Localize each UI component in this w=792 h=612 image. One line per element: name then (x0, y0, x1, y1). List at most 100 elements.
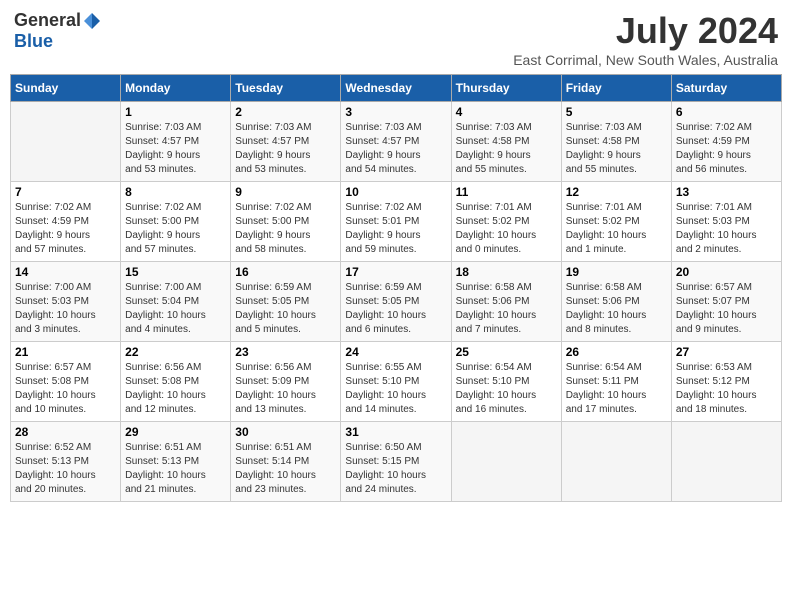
day-info: Sunrise: 6:58 AM Sunset: 5:06 PM Dayligh… (456, 281, 557, 337)
day-info: Sunrise: 6:56 AM Sunset: 5:09 PM Dayligh… (235, 361, 336, 417)
day-info: Sunrise: 6:54 AM Sunset: 5:11 PM Dayligh… (566, 361, 667, 417)
calendar-day-cell: 6 Sunrise: 7:02 AM Sunset: 4:59 PM Daylig… (671, 102, 781, 182)
day-number: 1 (125, 105, 226, 119)
calendar-day-cell: 8Sunrise: 7:02 AM Sunset: 5:00 PM Daylig… (121, 182, 231, 262)
calendar-week-row: 21Sunrise: 6:57 AM Sunset: 5:08 PM Dayli… (11, 342, 782, 422)
calendar-body: 1 Sunrise: 7:03 AM Sunset: 4:57 PM Daylig… (11, 102, 782, 502)
day-number: 27 (676, 345, 777, 359)
day-info: Sunrise: 6:56 AM Sunset: 5:08 PM Dayligh… (125, 361, 226, 417)
calendar-day-cell: 26 Sunrise: 6:54 AM Sunset: 5:11 PM Dayli… (561, 342, 671, 422)
calendar-day-cell: 13 Sunrise: 7:01 AM Sunset: 5:03 PM Dayli… (671, 182, 781, 262)
calendar-day-cell: 30 Sunrise: 6:51 AM Sunset: 5:14 PM Dayli… (231, 422, 341, 502)
day-info: Sunrise: 7:01 AM Sunset: 5:03 PM Dayligh… (676, 201, 777, 257)
calendar-day-cell: 4 Sunrise: 7:03 AM Sunset: 4:58 PM Daylig… (451, 102, 561, 182)
calendar-week-row: 7Sunrise: 7:02 AM Sunset: 4:59 PM Daylig… (11, 182, 782, 262)
calendar-day-cell: 25 Sunrise: 6:54 AM Sunset: 5:10 PM Dayli… (451, 342, 561, 422)
day-info: Sunrise: 7:01 AM Sunset: 5:02 PM Dayligh… (566, 201, 667, 257)
calendar-header-row: SundayMondayTuesdayWednesdayThursdayFrid… (11, 75, 782, 102)
day-info: Sunrise: 7:03 AM Sunset: 4:57 PM Dayligh… (125, 121, 226, 177)
calendar-day-cell: 14Sunrise: 7:00 AM Sunset: 5:03 PM Dayli… (11, 262, 121, 342)
day-info: Sunrise: 6:53 AM Sunset: 5:12 PM Dayligh… (676, 361, 777, 417)
day-number: 17 (345, 265, 446, 279)
day-number: 29 (125, 425, 226, 439)
day-number: 4 (456, 105, 557, 119)
day-number: 3 (345, 105, 446, 119)
calendar-day-cell: 15 Sunrise: 7:00 AM Sunset: 5:04 PM Dayli… (121, 262, 231, 342)
calendar-day-cell: 29 Sunrise: 6:51 AM Sunset: 5:13 PM Dayli… (121, 422, 231, 502)
day-info: Sunrise: 6:54 AM Sunset: 5:10 PM Dayligh… (456, 361, 557, 417)
day-info: Sunrise: 6:57 AM Sunset: 5:08 PM Dayligh… (15, 361, 116, 417)
calendar-day-cell: 7Sunrise: 7:02 AM Sunset: 4:59 PM Daylig… (11, 182, 121, 262)
day-info: Sunrise: 6:50 AM Sunset: 5:15 PM Dayligh… (345, 441, 446, 497)
calendar-day-cell: 19 Sunrise: 6:58 AM Sunset: 5:06 PM Dayli… (561, 262, 671, 342)
calendar-day-cell: 2Sunrise: 7:03 AM Sunset: 4:57 PM Daylig… (231, 102, 341, 182)
day-of-week-header: Friday (561, 75, 671, 102)
title-month: July 2024 (513, 10, 778, 52)
day-info: Sunrise: 7:03 AM Sunset: 4:57 PM Dayligh… (345, 121, 446, 177)
calendar-day-cell: 23Sunrise: 6:56 AM Sunset: 5:09 PM Dayli… (231, 342, 341, 422)
calendar-day-cell: 17 Sunrise: 6:59 AM Sunset: 5:05 PM Dayli… (341, 262, 451, 342)
day-of-week-header: Saturday (671, 75, 781, 102)
day-number: 12 (566, 185, 667, 199)
day-number: 2 (235, 105, 336, 119)
calendar-day-cell: 22 Sunrise: 6:56 AM Sunset: 5:08 PM Dayli… (121, 342, 231, 422)
day-number: 7 (15, 185, 116, 199)
day-number: 10 (345, 185, 446, 199)
day-of-week-header: Thursday (451, 75, 561, 102)
day-info: Sunrise: 6:57 AM Sunset: 5:07 PM Dayligh… (676, 281, 777, 337)
day-number: 13 (676, 185, 777, 199)
day-of-week-header: Tuesday (231, 75, 341, 102)
day-info: Sunrise: 6:59 AM Sunset: 5:05 PM Dayligh… (235, 281, 336, 337)
day-info: Sunrise: 7:01 AM Sunset: 5:02 PM Dayligh… (456, 201, 557, 257)
calendar-day-cell (451, 422, 561, 502)
calendar-day-cell: 28Sunrise: 6:52 AM Sunset: 5:13 PM Dayli… (11, 422, 121, 502)
calendar-table: SundayMondayTuesdayWednesdayThursdayFrid… (10, 74, 782, 502)
day-number: 22 (125, 345, 226, 359)
day-info: Sunrise: 7:02 AM Sunset: 5:00 PM Dayligh… (125, 201, 226, 257)
calendar-day-cell: 5Sunrise: 7:03 AM Sunset: 4:58 PM Daylig… (561, 102, 671, 182)
day-number: 28 (15, 425, 116, 439)
calendar-day-cell (561, 422, 671, 502)
day-number: 30 (235, 425, 336, 439)
day-number: 9 (235, 185, 336, 199)
day-of-week-header: Wednesday (341, 75, 451, 102)
day-info: Sunrise: 7:03 AM Sunset: 4:58 PM Dayligh… (456, 121, 557, 177)
calendar-day-cell: 12 Sunrise: 7:01 AM Sunset: 5:02 PM Dayli… (561, 182, 671, 262)
day-number: 16 (235, 265, 336, 279)
calendar-day-cell: 11 Sunrise: 7:01 AM Sunset: 5:02 PM Dayli… (451, 182, 561, 262)
day-info: Sunrise: 6:59 AM Sunset: 5:05 PM Dayligh… (345, 281, 446, 337)
day-of-week-header: Monday (121, 75, 231, 102)
day-number: 11 (456, 185, 557, 199)
day-number: 25 (456, 345, 557, 359)
day-info: Sunrise: 6:51 AM Sunset: 5:13 PM Dayligh… (125, 441, 226, 497)
day-number: 19 (566, 265, 667, 279)
calendar-day-cell: 18 Sunrise: 6:58 AM Sunset: 5:06 PM Dayli… (451, 262, 561, 342)
logo-general: General (14, 10, 81, 31)
calendar-day-cell: 16 Sunrise: 6:59 AM Sunset: 5:05 PM Dayli… (231, 262, 341, 342)
day-number: 15 (125, 265, 226, 279)
calendar-day-cell (11, 102, 121, 182)
day-number: 18 (456, 265, 557, 279)
day-number: 31 (345, 425, 446, 439)
day-info: Sunrise: 6:58 AM Sunset: 5:06 PM Dayligh… (566, 281, 667, 337)
day-info: Sunrise: 7:03 AM Sunset: 4:58 PM Dayligh… (566, 121, 667, 177)
day-number: 14 (15, 265, 116, 279)
day-info: Sunrise: 6:51 AM Sunset: 5:14 PM Dayligh… (235, 441, 336, 497)
calendar-day-cell: 1 Sunrise: 7:03 AM Sunset: 4:57 PM Daylig… (121, 102, 231, 182)
day-of-week-header: Sunday (11, 75, 121, 102)
day-number: 26 (566, 345, 667, 359)
calendar-day-cell: 20 Sunrise: 6:57 AM Sunset: 5:07 PM Dayli… (671, 262, 781, 342)
title-location: East Corrimal, New South Wales, Australi… (513, 52, 778, 68)
logo-blue: Blue (14, 31, 53, 52)
day-number: 20 (676, 265, 777, 279)
day-info: Sunrise: 6:55 AM Sunset: 5:10 PM Dayligh… (345, 361, 446, 417)
day-info: Sunrise: 7:02 AM Sunset: 4:59 PM Dayligh… (676, 121, 777, 177)
header: General Blue July 2024 East Corrimal, Ne… (10, 10, 782, 68)
day-number: 6 (676, 105, 777, 119)
day-info: Sunrise: 7:00 AM Sunset: 5:04 PM Dayligh… (125, 281, 226, 337)
day-info: Sunrise: 7:02 AM Sunset: 5:01 PM Dayligh… (345, 201, 446, 257)
calendar-week-row: 28Sunrise: 6:52 AM Sunset: 5:13 PM Dayli… (11, 422, 782, 502)
logo: General Blue (14, 10, 103, 52)
calendar-day-cell: 3 Sunrise: 7:03 AM Sunset: 4:57 PM Daylig… (341, 102, 451, 182)
day-info: Sunrise: 7:02 AM Sunset: 5:00 PM Dayligh… (235, 201, 336, 257)
